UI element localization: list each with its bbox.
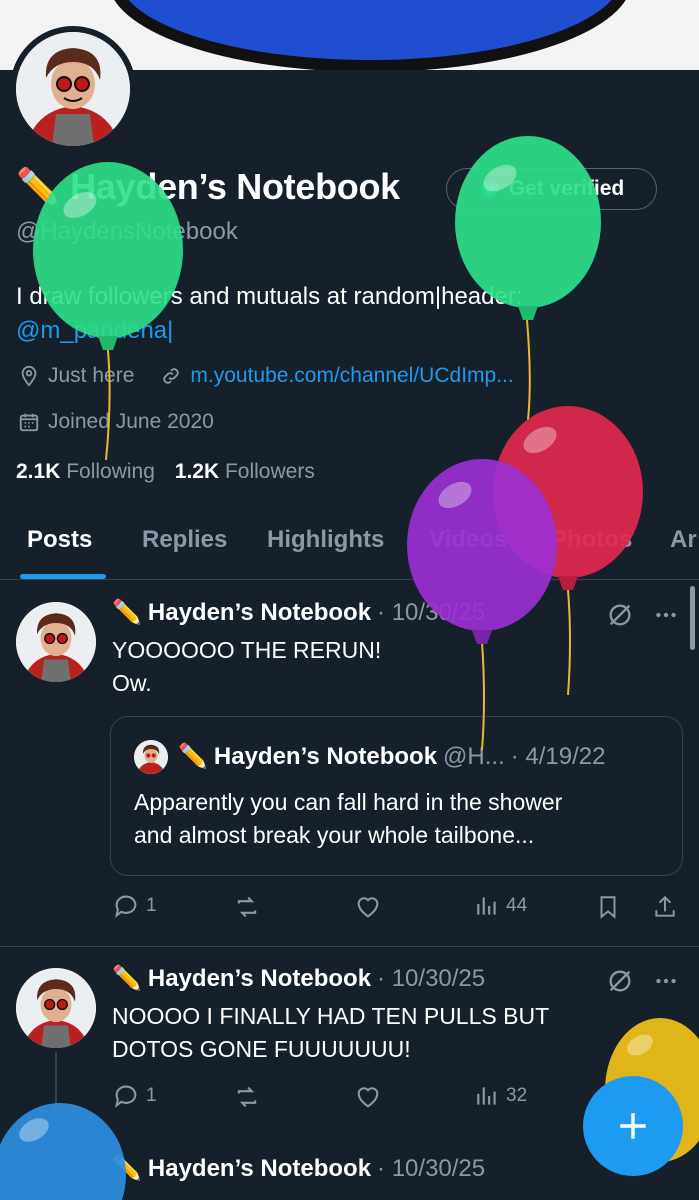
quote-text: Apparently you can fall hard in the show… (134, 786, 562, 852)
pencil-emoji-icon: ✏️ (112, 1155, 142, 1182)
like-icon[interactable] (353, 1083, 383, 1111)
share-icon[interactable] (652, 892, 678, 922)
tab-replies[interactable]: Replies (142, 526, 227, 554)
quote-date: · 4/19/22 (510, 742, 606, 770)
location-text: Just here (48, 364, 135, 387)
repost-icon[interactable] (232, 1083, 262, 1111)
post-avatar[interactable] (16, 968, 96, 1048)
website-link[interactable]: m.youtube.com/channel/UCdImp... (190, 364, 513, 388)
like-icon[interactable] (353, 893, 383, 921)
quote-text-line: and almost break your whole tailbone... (134, 822, 535, 848)
profile-bio: I draw followers and mutuals at random|h… (16, 280, 666, 348)
post-text-line: Ow. (112, 670, 152, 696)
reply-count: 1 (146, 1085, 157, 1106)
views-icon (477, 897, 496, 915)
followers-link[interactable]: 1.2K Followers (175, 460, 315, 483)
avatar-drawing-icon (134, 740, 168, 774)
more-options-icon[interactable] (652, 602, 680, 628)
profile-name-text: Hayden’s Notebook (70, 166, 400, 207)
tab-videos[interactable]: Videos (429, 526, 507, 554)
post-header: ✏️ Hayden’s Notebook · 10/30/25 (112, 964, 485, 993)
quote-author-name: Hayden’s Notebook (213, 742, 438, 770)
pencil-emoji-icon: ✏️ (112, 965, 142, 992)
reply-icon (115, 895, 137, 918)
blue-balloon-icon (0, 1103, 126, 1200)
avatar-drawing-icon (16, 968, 96, 1048)
following-count: 2.1K (16, 460, 61, 483)
post-author-name[interactable]: Hayden’s Notebook (148, 965, 371, 993)
pencil-emoji-icon: ✏️ (112, 599, 142, 626)
reply-icon (115, 1085, 137, 1108)
profile-tabs: Posts Replies Highlights Videos Photos A… (0, 520, 699, 580)
get-verified-label: Get verified (508, 177, 625, 200)
following-label: Following (66, 460, 155, 483)
get-verified-button[interactable]: Get verified (446, 168, 657, 210)
calendar-icon (19, 413, 39, 432)
post-text-line: DOTOS GONE FUUUUUUU! (112, 1036, 411, 1062)
post-date[interactable]: · 10/30/25 (377, 1155, 485, 1183)
quote-author-handle: @H... (443, 742, 505, 770)
followers-count: 1.2K (174, 460, 220, 483)
profile-name: ✏️ Hayden’s Notebook (16, 166, 400, 208)
quote-text-line: Apparently you can fall hard in the show… (134, 789, 563, 815)
bio-text: I draw followers and mutuals at random|h… (16, 283, 523, 310)
post-author-name[interactable]: Hayden’s Notebook (148, 1155, 371, 1183)
views-icon (477, 1087, 496, 1105)
repost-icon[interactable] (232, 893, 262, 921)
post-divider (0, 946, 699, 947)
post-text: YOOOOOO THE RERUN! Ow. (112, 634, 381, 700)
views-button[interactable]: 32 (474, 1082, 527, 1110)
plus-icon (620, 1113, 646, 1139)
banner-artwork (114, 0, 626, 70)
post-text: NOOOO I FINALLY HAD TEN PULLS BUT DOTOS … (112, 1000, 549, 1066)
profile-meta-row: Just here m.youtube.com/channel/UCdImp..… (18, 364, 514, 388)
profile-handle: @HaydensNotebook (16, 218, 238, 245)
post-header: ✏️ Hayden’s Notebook · 10/30/25 (112, 1154, 485, 1183)
link-icon (163, 368, 180, 384)
reply-count: 1 (146, 895, 157, 916)
follow-stats: 2.1K Following 1.2K Followers (16, 460, 315, 484)
grok-icon[interactable] (606, 967, 634, 995)
location-icon (21, 365, 37, 387)
tab-articles[interactable]: Ar (670, 526, 697, 554)
reply-button[interactable]: 1 (112, 1082, 157, 1110)
avatar-drawing-icon (16, 32, 130, 146)
verified-badge-icon (480, 179, 499, 199)
post-text-line: NOOOO I FINALLY HAD TEN PULLS BUT (112, 1003, 550, 1029)
avatar-drawing-icon (16, 602, 96, 682)
compose-post-button[interactable] (583, 1076, 683, 1176)
tab-photos[interactable]: Photos (551, 526, 632, 554)
scrollbar[interactable] (690, 586, 695, 650)
profile-avatar[interactable] (16, 32, 130, 146)
views-count: 32 (506, 1085, 528, 1106)
tab-posts[interactable]: Posts (27, 526, 92, 554)
thread-line (55, 1052, 57, 1114)
post-header: ✏️ Hayden’s Notebook · 10/30/25 (112, 598, 485, 627)
tab-highlights[interactable]: Highlights (267, 526, 384, 554)
active-tab-indicator (20, 574, 106, 579)
pencil-emoji-icon: ✏️ (178, 743, 208, 770)
followers-label: Followers (224, 460, 315, 483)
more-options-icon[interactable] (652, 968, 680, 994)
quote-header: ✏️ Hayden’s Notebook @H... · 4/19/22 (178, 742, 605, 771)
views-count: 44 (506, 895, 528, 916)
post-text-line: YOOOOOO THE RERUN! (112, 637, 382, 663)
post-date[interactable]: · 10/30/25 (377, 599, 485, 627)
pencil-emoji-icon: ✏️ (16, 166, 61, 207)
quote-avatar (134, 740, 168, 774)
bookmark-icon[interactable] (595, 892, 621, 922)
grok-icon[interactable] (606, 601, 634, 629)
joined-row: Joined June 2020 (18, 410, 214, 434)
reply-button[interactable]: 1 (112, 892, 157, 920)
post-avatar[interactable] (16, 602, 96, 682)
post-author-name[interactable]: Hayden’s Notebook (148, 599, 371, 627)
bio-mention-link[interactable]: @m_pandena| (16, 317, 173, 344)
joined-text: Joined June 2020 (48, 410, 214, 433)
post-date[interactable]: · 10/30/25 (377, 965, 485, 993)
views-button[interactable]: 44 (474, 892, 527, 920)
following-link[interactable]: 2.1K Following (16, 460, 155, 483)
